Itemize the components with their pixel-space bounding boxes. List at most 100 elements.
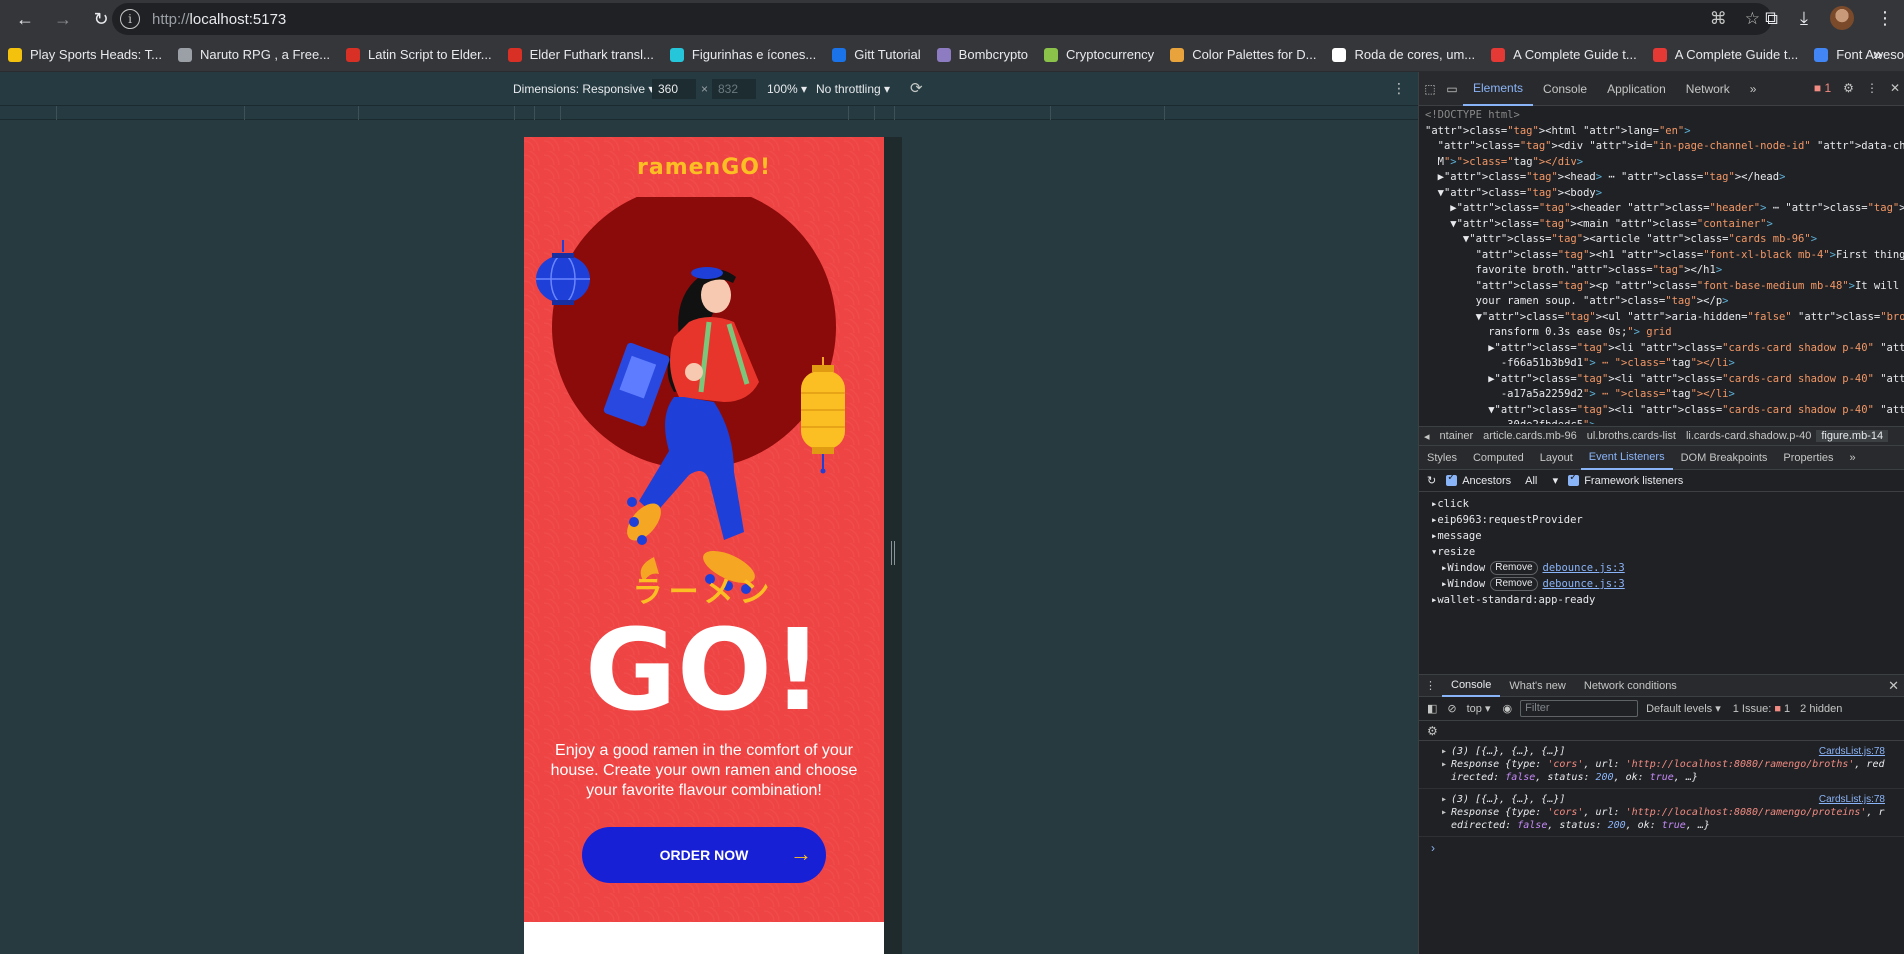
dom-node-line[interactable]: ▶"attr">class="tag"><head> ⋯ "attr">clas… bbox=[1419, 170, 1904, 186]
subtab-dom-breakpoints[interactable]: DOM Breakpoints bbox=[1673, 446, 1776, 470]
sidebar-toggle-icon[interactable]: ◧ bbox=[1427, 702, 1437, 715]
issues-counter[interactable]: 1 Issue: ■ 1 bbox=[1733, 703, 1790, 715]
subtab-styles[interactable]: Styles bbox=[1419, 446, 1465, 470]
listener-handler-row[interactable]: ▸ Window Remove debounce.js:3 bbox=[1419, 560, 1904, 576]
dom-node-line[interactable]: ▼"attr">class="tag"><body> bbox=[1419, 186, 1904, 202]
more-tabs-icon[interactable]: » bbox=[1740, 72, 1767, 106]
dom-node-line[interactable]: "attr">class="tag"><p "attr">class="font… bbox=[1419, 279, 1904, 295]
expand-closed-icon[interactable]: ▸ bbox=[1441, 745, 1447, 758]
remove-listener-button[interactable]: Remove bbox=[1490, 577, 1538, 591]
listener-source-link[interactable]: debounce.js:3 bbox=[1543, 560, 1625, 576]
bookmark-item[interactable]: Roda de cores, um... bbox=[1324, 38, 1483, 72]
remove-listener-button[interactable]: Remove bbox=[1490, 561, 1538, 575]
zoom-select[interactable]: 100% ▾ bbox=[767, 82, 807, 96]
dom-node-line[interactable]: "attr">class="tag"><html "attr">lang="en… bbox=[1419, 124, 1904, 140]
bookmark-item[interactable]: A Complete Guide t... bbox=[1645, 38, 1807, 72]
extensions-icon[interactable]: ⧉ bbox=[1765, 8, 1778, 29]
event-listener-item[interactable]: ▸click bbox=[1419, 496, 1904, 512]
log-levels-select[interactable]: Default levels ▾ bbox=[1646, 702, 1721, 715]
dimensions-select[interactable]: Dimensions: Responsive ▾ bbox=[513, 82, 654, 96]
dom-node-line[interactable]: <!DOCTYPE html> bbox=[1419, 108, 1904, 124]
subtab-properties[interactable]: Properties bbox=[1775, 446, 1841, 470]
url-text[interactable]: http://localhost:5173 bbox=[152, 11, 286, 28]
address-bar[interactable]: i http://localhost:5173 ⌘ ☆ bbox=[112, 3, 1772, 35]
throttling-select[interactable]: No throttling ▾ bbox=[816, 82, 890, 96]
tab-network[interactable]: Network bbox=[1676, 72, 1740, 106]
dom-node-line[interactable]: ▶"attr">class="tag"><li "attr">class="ca… bbox=[1419, 372, 1904, 388]
console-log-entry[interactable]: CardsList.js:78 ▸ (3) [{…}, {…}, {…}] ▸ Resp… bbox=[1419, 741, 1904, 789]
drawer-tab-console[interactable]: Console bbox=[1442, 675, 1501, 697]
context-select[interactable]: top ▾ bbox=[1467, 702, 1491, 715]
log-source-link[interactable]: CardsList.js:78 bbox=[1819, 793, 1885, 806]
breadcrumb-item[interactable]: figure.mb-14 bbox=[1816, 430, 1889, 442]
bookmark-item[interactable]: Latin Script to Elder... bbox=[338, 38, 500, 72]
breadcrumb-item[interactable]: ntainer bbox=[1435, 430, 1479, 442]
breadcrumb-scroll-left-icon[interactable]: ◂ bbox=[1419, 430, 1435, 443]
live-expression-icon[interactable]: ◉ bbox=[1503, 702, 1513, 715]
device-toggle-icon[interactable]: ▭ bbox=[1441, 72, 1463, 106]
console-settings-icon[interactable]: ⚙ bbox=[1419, 721, 1904, 741]
dom-node-line[interactable]: M">">class="tag"></div> bbox=[1419, 155, 1904, 171]
dom-node-line[interactable]: ▼"attr">class="tag"><main "attr">class="… bbox=[1419, 217, 1904, 233]
bookmark-item[interactable]: Cryptocurrency bbox=[1036, 38, 1162, 72]
order-now-button[interactable]: ORDER NOW → bbox=[582, 827, 826, 883]
listener-source-link[interactable]: debounce.js:3 bbox=[1543, 576, 1625, 592]
profile-avatar[interactable] bbox=[1830, 6, 1854, 30]
expand-closed-icon[interactable]: ▸ bbox=[1441, 793, 1447, 806]
dom-node-line[interactable]: ransform 0.3s ease 0s;"> grid bbox=[1419, 325, 1904, 341]
download-icon[interactable]: ⤓ bbox=[1800, 8, 1808, 29]
back-icon[interactable]: ← bbox=[12, 6, 38, 32]
drawer-tab-network-conditions[interactable]: Network conditions bbox=[1575, 675, 1686, 697]
breadcrumb-item[interactable]: article.cards.mb-96 bbox=[1478, 430, 1582, 442]
dom-node-line[interactable]: "attr">class="tag"><div "attr">id="in-pa… bbox=[1419, 139, 1904, 155]
site-info-icon[interactable]: i bbox=[120, 9, 140, 29]
framework-listeners-checkbox[interactable] bbox=[1568, 472, 1580, 486]
bookmark-item[interactable]: Gitt Tutorial bbox=[824, 38, 928, 72]
bookmark-item[interactable]: Color Palettes for D... bbox=[1162, 38, 1324, 72]
menu-kebab-icon[interactable]: ⋮ bbox=[1876, 8, 1894, 29]
dom-node-line[interactable]: ▼"attr">class="tag"><ul "attr">aria-hidd… bbox=[1419, 310, 1904, 326]
issues-badge[interactable]: ■ 1 bbox=[1814, 81, 1831, 95]
drawer-tab-whats-new[interactable]: What's new bbox=[1500, 675, 1575, 697]
event-listener-item[interactable]: ▾resize bbox=[1419, 544, 1904, 560]
more-subtabs-icon[interactable]: » bbox=[1842, 446, 1864, 470]
refresh-icon[interactable]: ↻ bbox=[1427, 474, 1436, 487]
bookmark-item[interactable]: Naruto RPG , a Free... bbox=[170, 38, 338, 72]
dom-node-line[interactable]: -30de2fbdedc5"> bbox=[1419, 418, 1904, 424]
bookmark-item[interactable]: Play Sports Heads: T... bbox=[0, 38, 170, 72]
height-input[interactable]: 832 bbox=[712, 79, 756, 99]
dom-node-line[interactable]: ▼"attr">class="tag"><li "attr">class="ca… bbox=[1419, 403, 1904, 419]
event-listener-item[interactable]: ▸eip6963:requestProvider bbox=[1419, 512, 1904, 528]
dom-node-line[interactable]: -f66a51b3b9d1"> ⋯ ">class="tag"></li> bbox=[1419, 356, 1904, 372]
subtab-layout[interactable]: Layout bbox=[1532, 446, 1581, 470]
brand-logo[interactable]: ramenGO! bbox=[524, 155, 884, 180]
bookmark-item[interactable]: Figurinhas e ícones... bbox=[662, 38, 824, 72]
dom-node-line[interactable]: ▼"attr">class="tag"><article "attr">clas… bbox=[1419, 232, 1904, 248]
breadcrumb-item[interactable]: li.cards-card.shadow.p-40 bbox=[1681, 430, 1816, 442]
tab-elements[interactable]: Elements bbox=[1463, 72, 1534, 106]
translate-icon[interactable]: ⌘ bbox=[1710, 9, 1727, 29]
breadcrumb-item[interactable]: ul.broths.cards-list bbox=[1582, 430, 1681, 442]
dom-node-line[interactable]: ▶"attr">class="tag"><header "attr">class… bbox=[1419, 201, 1904, 217]
event-listener-item[interactable]: ▸message bbox=[1419, 528, 1904, 544]
tab-console[interactable]: Console bbox=[1533, 72, 1597, 106]
ancestors-checkbox[interactable] bbox=[1446, 472, 1458, 486]
listener-filter-select[interactable]: All ▾ bbox=[1525, 474, 1558, 487]
width-input[interactable]: 360 bbox=[652, 79, 696, 99]
listener-handler-row[interactable]: ▸ Window Remove debounce.js:3 bbox=[1419, 576, 1904, 592]
drawer-close-icon[interactable]: ✕ bbox=[1888, 678, 1899, 694]
rotate-icon[interactable]: ⟳ bbox=[910, 79, 923, 97]
dom-node-line[interactable]: -a17a5a2259d2"> ⋯ ">class="tag"></li> bbox=[1419, 387, 1904, 403]
devtools-close-icon[interactable]: ✕ bbox=[1890, 81, 1900, 95]
bookmarks-overflow-icon[interactable]: » bbox=[1873, 46, 1882, 64]
viewport-resize-handle[interactable] bbox=[891, 541, 895, 565]
bookmark-item[interactable]: Bombcrypto bbox=[929, 38, 1036, 72]
dom-node-line[interactable]: your ramen soup. "attr">class="tag"></p> bbox=[1419, 294, 1904, 310]
device-options-icon[interactable]: ⋮ bbox=[1392, 80, 1406, 97]
subtab-computed[interactable]: Computed bbox=[1465, 446, 1532, 470]
drawer-menu-icon[interactable]: ⋮ bbox=[1419, 679, 1442, 692]
devtools-menu-icon[interactable]: ⋮ bbox=[1866, 81, 1878, 95]
clear-console-icon[interactable]: ⊘ bbox=[1447, 702, 1456, 715]
settings-gear-icon[interactable]: ⚙ bbox=[1843, 81, 1854, 95]
dom-node-line[interactable]: favorite broth."attr">class="tag"></h1> bbox=[1419, 263, 1904, 279]
